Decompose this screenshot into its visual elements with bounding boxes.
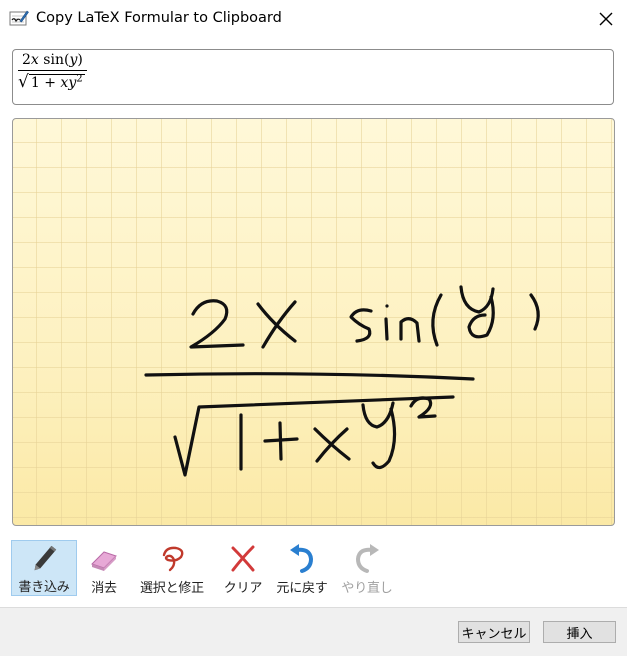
ink-letter-y [459,285,495,314]
ink-digit-2 [189,299,245,349]
clear-tool-label: クリア [223,581,263,596]
ink-letter-s [349,308,373,343]
window-title: Copy LaTeX Formular to Clipboard [36,10,282,26]
num-var: x [30,52,39,68]
den-plus: + [44,75,56,91]
num-close: ) [77,52,83,68]
den-one: 1 [30,75,40,91]
den-exp: 2 [76,73,83,85]
ink-sqrt-sign [173,395,455,477]
handwriting-canvas[interactable] [12,118,615,526]
ink-plus-vertical [278,421,283,461]
cancel-button[interactable]: キャンセル [458,621,530,643]
clear-icon [231,545,255,572]
ink-letter-y2-tail [371,407,397,470]
close-button[interactable] [590,4,622,34]
formula-preview: 2x sin(y) √ 1 + xy2 [12,49,614,105]
ink-letter-i [384,317,389,341]
undo-label: 元に戻す [276,581,328,596]
erase-tool-label: 消去 [91,581,117,596]
lasso-icon [162,546,184,572]
undo-button[interactable]: 元に戻す [273,540,331,596]
preview-numerator: 2x sin(y) [18,53,87,70]
clear-tool-button[interactable]: クリア [219,540,267,596]
title-bar: Copy LaTeX Formular to Clipboard [0,0,627,38]
undo-icon [290,544,314,573]
preview-fraction: 2x sin(y) √ 1 + xy2 [18,53,87,91]
radicand: 1 + xy2 [28,73,85,91]
ink-letter-x-cross [261,300,297,349]
app-icon [9,10,29,26]
eraser-icon [91,551,117,571]
ink-strokes [144,285,540,477]
redo-button[interactable]: やり直し [339,540,395,596]
ink-superscript-2 [409,396,437,419]
write-tool-label: 書き込み [18,580,70,595]
ink-fraction-bar [144,372,475,381]
erase-tool-button[interactable]: 消去 [79,540,129,596]
dialog-footer: キャンセル 挿入 [0,607,627,656]
select-edit-tool-button[interactable]: 選択と修正 [133,540,211,596]
num-coef: 2 [22,52,31,68]
ink-toolbar: 書き込み 消去 選択と修正 クリア 元に戻す やり直し [11,540,411,598]
write-tool-button[interactable]: 書き込み [11,540,77,596]
redo-label: やり直し [341,581,393,596]
pen-icon [34,545,57,571]
insert-button[interactable]: 挿入 [543,621,616,643]
ink-letter-i-dot [385,304,389,308]
close-icon [599,12,613,26]
select-edit-tool-label: 選択と修正 [139,581,204,596]
preview-denominator: √ 1 + xy2 [18,71,87,91]
sqrt-sign: √ [18,72,29,92]
ink-letter-y2 [361,401,395,429]
redo-icon [355,544,379,573]
ink-open-paren [431,293,443,347]
num-func: sin [43,52,64,68]
ink-letter-n [399,317,421,343]
ink-close-paren [529,293,540,331]
